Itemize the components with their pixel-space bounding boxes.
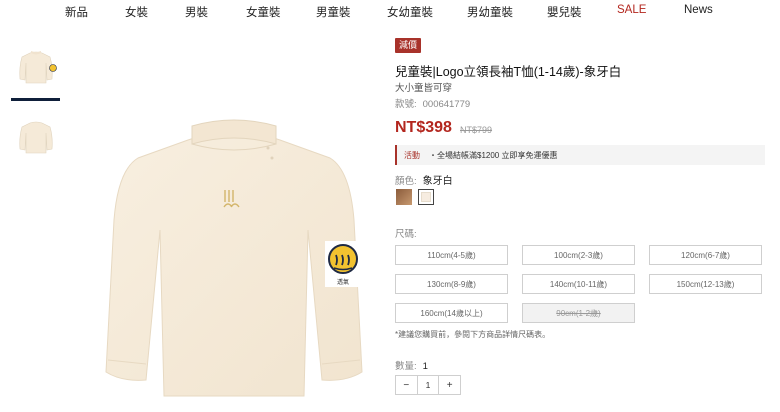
- breathable-mini-icon: [49, 64, 57, 72]
- original-price: NT$799: [460, 125, 493, 135]
- promo-text: ・全場結帳滿$1200 立即享免運優惠: [429, 151, 558, 160]
- nav-item-new[interactable]: 新品: [65, 4, 88, 20]
- color-swatch-ivory[interactable]: [418, 189, 434, 205]
- nav-item-women[interactable]: 女裝: [125, 4, 148, 20]
- size-option-140[interactable]: 140cm(10-11歲): [522, 274, 635, 294]
- thumbnail-back-image: [19, 121, 53, 154]
- size-option-100[interactable]: 100cm(2-3歲): [522, 245, 635, 265]
- size-option-90-sold-out[interactable]: 90cm(1-2歲): [522, 303, 635, 323]
- quantity-row: 數量: 1: [395, 358, 428, 372]
- promo-banner[interactable]: 活動 ・全場結帳滿$1200 立即享免運優惠: [395, 145, 765, 165]
- quantity-label: 數量:: [395, 361, 417, 372]
- product-subtitle: 大小童皆可穿: [395, 83, 453, 94]
- color-row: 顏色: 象牙白: [395, 172, 453, 187]
- color-swatch-ivory-fill: [421, 192, 431, 202]
- nav-item-news[interactable]: News: [684, 4, 713, 16]
- size-option-160[interactable]: 160cm(14歲以上): [395, 303, 508, 323]
- color-selected-name: 象牙白: [422, 176, 453, 187]
- nav-item-toddler-boys[interactable]: 男幼童裝: [467, 4, 513, 20]
- quantity-decrease-button[interactable]: −: [396, 376, 417, 394]
- product-sku: 款號: 000641779: [395, 96, 470, 110]
- top-nav: 新品 女裝 男裝 女童裝 男童裝 女幼童裝 男幼童裝 嬰兒裝 SALE News: [0, 0, 780, 22]
- promo-label: 活動: [404, 151, 420, 160]
- size-option-130[interactable]: 130cm(8-9歲): [395, 274, 508, 294]
- quantity-stepper: − 1 +: [395, 375, 461, 395]
- breathable-badge: 透氣: [325, 241, 361, 287]
- nav-item-boys[interactable]: 男童裝: [316, 4, 351, 20]
- nav-item-toddler-girls[interactable]: 女幼童裝: [387, 4, 433, 20]
- sale-tag: 減價: [395, 38, 422, 53]
- sku-value: 000641779: [422, 99, 471, 110]
- nav-item-sale[interactable]: SALE: [617, 4, 646, 16]
- size-option-120[interactable]: 120cm(6-7歲): [649, 245, 762, 265]
- nav-item-girls[interactable]: 女童裝: [246, 4, 281, 20]
- product-title: 兒童裝|Logo立領長袖T恤(1-14歲)-象牙白: [395, 65, 622, 79]
- color-label: 顏色:: [395, 176, 417, 187]
- nav-item-baby[interactable]: 嬰兒裝: [547, 4, 582, 20]
- color-swatch-brown[interactable]: [396, 189, 412, 205]
- quantity-display: 1: [422, 361, 428, 372]
- sale-price: NT$398: [395, 119, 452, 136]
- size-label: 尺碼:: [395, 229, 417, 240]
- thumbnail-active-indicator: [11, 98, 60, 101]
- size-option-150[interactable]: 150cm(12-13歲): [649, 274, 762, 294]
- sku-label: 款號:: [395, 99, 417, 110]
- thumbnail-back[interactable]: [11, 112, 61, 162]
- quantity-input[interactable]: 1: [416, 376, 440, 394]
- nav-item-men[interactable]: 男裝: [185, 4, 208, 20]
- size-option-110[interactable]: 110cm(4-5歲): [395, 245, 508, 265]
- breathable-label: 透氣: [336, 280, 349, 286]
- size-note: *建議您購買前，參閱下方商品詳情尺碼表。: [395, 330, 551, 339]
- thumbnail-front[interactable]: [11, 42, 61, 92]
- quantity-increase-button[interactable]: +: [439, 376, 460, 394]
